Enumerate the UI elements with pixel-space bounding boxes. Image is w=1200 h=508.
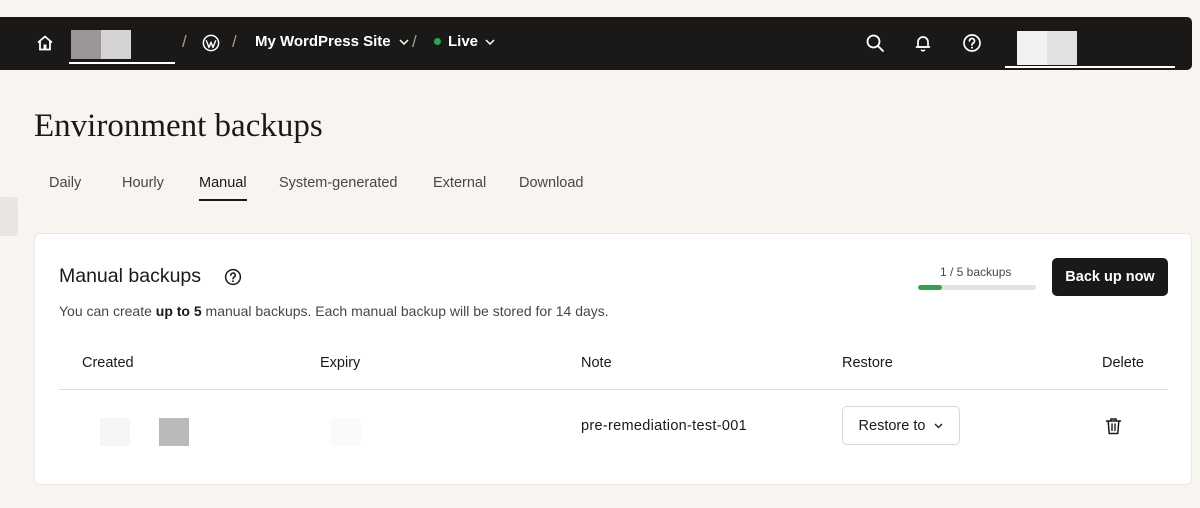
column-header-delete: Delete (1102, 355, 1144, 371)
redacted-expiry-date (331, 418, 361, 446)
backup-usage-fill (918, 285, 942, 290)
restore-to-dropdown[interactable]: Restore to (842, 406, 960, 445)
table-divider (59, 389, 1168, 390)
column-header-created: Created (82, 355, 134, 371)
top-navigation-bar: / / My WordPress Site / Live (0, 17, 1192, 70)
wordpress-icon[interactable] (202, 34, 220, 52)
card-title: Manual backups (59, 265, 202, 287)
desc-text: You can create (59, 303, 156, 319)
trash-icon[interactable] (1105, 417, 1122, 435)
bell-icon[interactable] (913, 33, 933, 53)
tab-download[interactable]: Download (519, 175, 584, 201)
home-icon[interactable] (36, 34, 54, 52)
column-header-expiry: Expiry (320, 355, 361, 371)
sidebar-toggle[interactable] (0, 197, 18, 236)
column-header-restore: Restore (842, 355, 893, 371)
underline (1005, 66, 1175, 68)
back-up-now-button[interactable]: Back up now (1052, 258, 1168, 296)
environment-switcher[interactable]: Live (434, 33, 495, 50)
user-menu[interactable] (1005, 31, 1175, 68)
redacted-block (1017, 31, 1047, 65)
page-title: Environment backups (34, 108, 323, 144)
chevron-down-icon (399, 38, 409, 45)
tab-manual[interactable]: Manual (199, 175, 247, 201)
tab-daily[interactable]: Daily (49, 175, 81, 201)
desc-text: manual backups. Each manual backup will … (201, 303, 609, 319)
chevron-down-icon (934, 423, 943, 428)
help-icon[interactable] (224, 268, 242, 286)
breadcrumb-separator: / (412, 32, 417, 51)
tab-hourly[interactable]: Hourly (122, 175, 164, 201)
manual-backups-card: Manual backups You can create up to 5 ma… (34, 233, 1192, 485)
breadcrumb-separator: / (232, 32, 237, 51)
company-switcher[interactable] (69, 29, 175, 64)
live-status-dot (434, 38, 441, 45)
desc-limit: up to 5 (155, 303, 202, 319)
site-switcher[interactable]: My WordPress Site (255, 33, 409, 50)
search-icon[interactable] (865, 33, 885, 53)
backup-note: pre-remediation-test-001 (581, 418, 747, 434)
redacted-created-date (100, 418, 130, 446)
help-icon[interactable] (962, 33, 982, 53)
tab-external[interactable]: External (433, 175, 486, 201)
underline (69, 62, 175, 64)
redacted-block (101, 30, 131, 59)
redacted-created-time (159, 418, 189, 446)
redacted-block (1047, 31, 1077, 65)
redacted-block (71, 30, 101, 59)
site-name: My WordPress Site (255, 33, 391, 50)
environment-name: Live (448, 33, 479, 50)
card-description: You can create up to 5 manual backups. E… (59, 303, 609, 319)
breadcrumb-separator: / (182, 32, 187, 51)
backup-usage-label: 1 / 5 backups (940, 265, 1012, 279)
chevron-down-icon (485, 38, 495, 45)
column-header-note: Note (581, 355, 612, 371)
tab-system-generated[interactable]: System-generated (279, 175, 397, 201)
restore-to-label: Restore to (858, 417, 926, 434)
backup-usage-bar (918, 285, 1036, 290)
